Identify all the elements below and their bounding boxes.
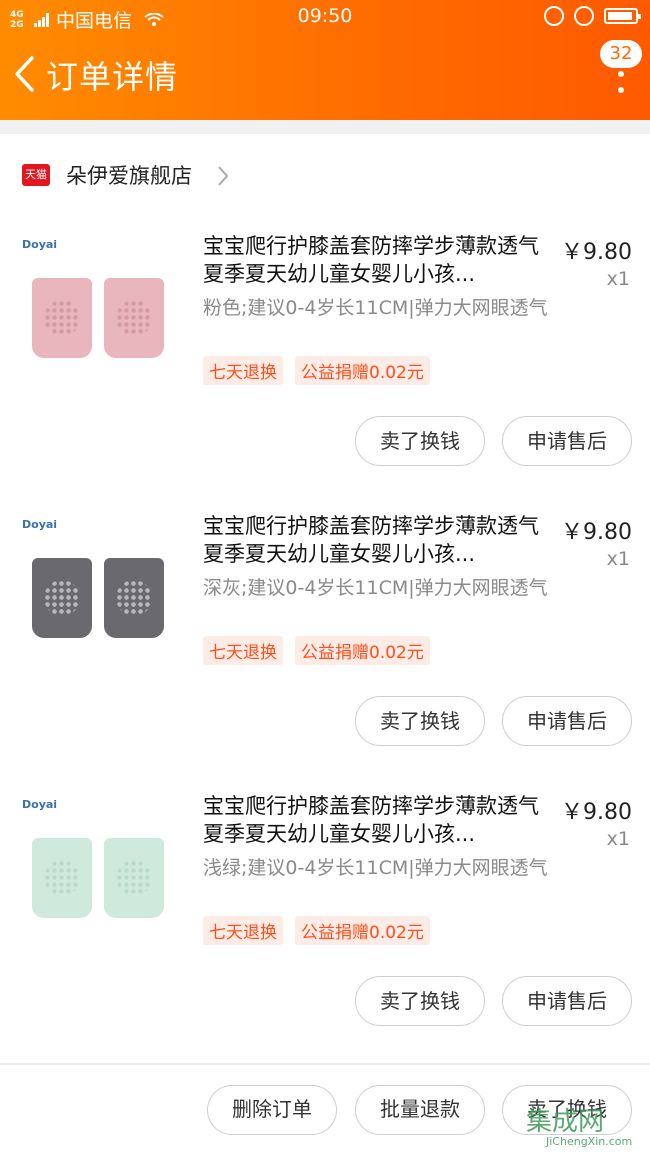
product-sku: 粉色;建议0-4岁长11CM|弹力大网眼透气 (203, 297, 548, 319)
product-sku: 浅绿;建议0-4岁长11CM|弹力大网眼透气 (203, 857, 548, 879)
kneepad-right (104, 278, 164, 358)
kneepad-left (32, 838, 92, 918)
product-price: ￥9.80 (561, 520, 632, 545)
product-sku: 深灰;建议0-4岁长11CM|弹力大网眼透气 (203, 577, 548, 599)
product-price: ￥9.80 (561, 240, 632, 265)
delete-order-button[interactable]: 删除订单 (207, 1085, 337, 1135)
product-thumbnail[interactable]: Doyai (18, 798, 178, 938)
after-sale-button[interactable]: 申请售后 (502, 416, 632, 466)
shop-row[interactable]: 天猫 朵伊爱旗舰店 (0, 140, 650, 212)
product-price: ￥9.80 (561, 800, 632, 825)
brand-logo: Doyai (22, 798, 58, 811)
more-dots-icon[interactable] (618, 70, 624, 94)
charity-tag: 公益捐赠0.02元 (295, 636, 430, 665)
return-policy-tag: 七天退换 (203, 636, 283, 665)
section-separator (0, 120, 650, 134)
battery-icon (604, 8, 641, 24)
tmall-logo: 天猫 (22, 164, 50, 186)
status-bar: 4G 2G 中国电信 09:50 (0, 0, 650, 34)
charity-tag: 公益捐赠0.02元 (295, 916, 430, 945)
back-arrow-icon[interactable] (12, 54, 38, 94)
kneepad-right (104, 558, 164, 638)
page-title: 订单详情 (46, 58, 179, 96)
product-quantity: x1 (606, 548, 630, 570)
order-item: Doyai 宝宝爬行护膝盖套防摔学步薄款透气夏季夏天幼儿童女婴儿小孩... ￥9… (0, 788, 650, 1068)
site-watermark: 集成网 JiChengXin.com (526, 1101, 646, 1153)
brand-logo: Doyai (22, 238, 58, 251)
batch-refund-button[interactable]: 批量退款 (355, 1085, 485, 1135)
product-quantity: x1 (606, 828, 630, 850)
product-thumbnail[interactable]: Doyai (18, 518, 178, 658)
after-sale-button[interactable]: 申请售后 (502, 696, 632, 746)
watermark-text: 集成网 (526, 1107, 605, 1137)
kneepad-left (32, 558, 92, 638)
brand-logo: Doyai (22, 518, 58, 531)
kneepad-left (32, 278, 92, 358)
charity-tag: 公益捐赠0.02元 (295, 356, 430, 385)
watermark-subtext: JiChengXin.com (546, 1135, 633, 1148)
after-sale-button[interactable]: 申请售后 (502, 976, 632, 1026)
kneepad-right (104, 838, 164, 918)
rotation-lock-icon (574, 6, 594, 26)
service-tags: 七天退换 公益捐赠0.02元 (203, 356, 430, 385)
order-item: Doyai 宝宝爬行护膝盖套防摔学步薄款透气夏季夏天幼儿童女婴儿小孩... ￥9… (0, 228, 650, 508)
vibrate-icon (544, 6, 564, 26)
more-menu[interactable]: 32 (590, 40, 650, 112)
return-policy-tag: 七天退换 (203, 356, 283, 385)
product-thumbnail[interactable]: Doyai (18, 238, 178, 378)
order-item: Doyai 宝宝爬行护膝盖套防摔学步薄款透气夏季夏天幼儿童女婴儿小孩... ￥9… (0, 508, 650, 788)
return-policy-tag: 七天退换 (203, 916, 283, 945)
product-title[interactable]: 宝宝爬行护膝盖套防摔学步薄款透气夏季夏天幼儿童女婴儿小孩... (203, 512, 548, 568)
product-title[interactable]: 宝宝爬行护膝盖套防摔学步薄款透气夏季夏天幼儿童女婴儿小孩... (203, 792, 548, 848)
service-tags: 七天退换 公益捐赠0.02元 (203, 916, 430, 945)
sell-button[interactable]: 卖了换钱 (355, 696, 485, 746)
sell-button[interactable]: 卖了换钱 (355, 416, 485, 466)
product-quantity: x1 (606, 268, 630, 290)
shop-name[interactable]: 朵伊爱旗舰店 (66, 160, 192, 190)
status-right (544, 6, 641, 26)
nav-bar: 订单详情 32 (0, 40, 650, 112)
service-tags: 七天退换 公益捐赠0.02元 (203, 636, 430, 665)
chevron-right-icon[interactable] (216, 164, 230, 188)
sell-button[interactable]: 卖了换钱 (355, 976, 485, 1026)
message-count-badge: 32 (600, 40, 642, 68)
product-title[interactable]: 宝宝爬行护膝盖套防摔学步薄款透气夏季夏天幼儿童女婴儿小孩... (203, 232, 548, 288)
app-header: 4G 2G 中国电信 09:50 订单详情 32 (0, 0, 650, 120)
